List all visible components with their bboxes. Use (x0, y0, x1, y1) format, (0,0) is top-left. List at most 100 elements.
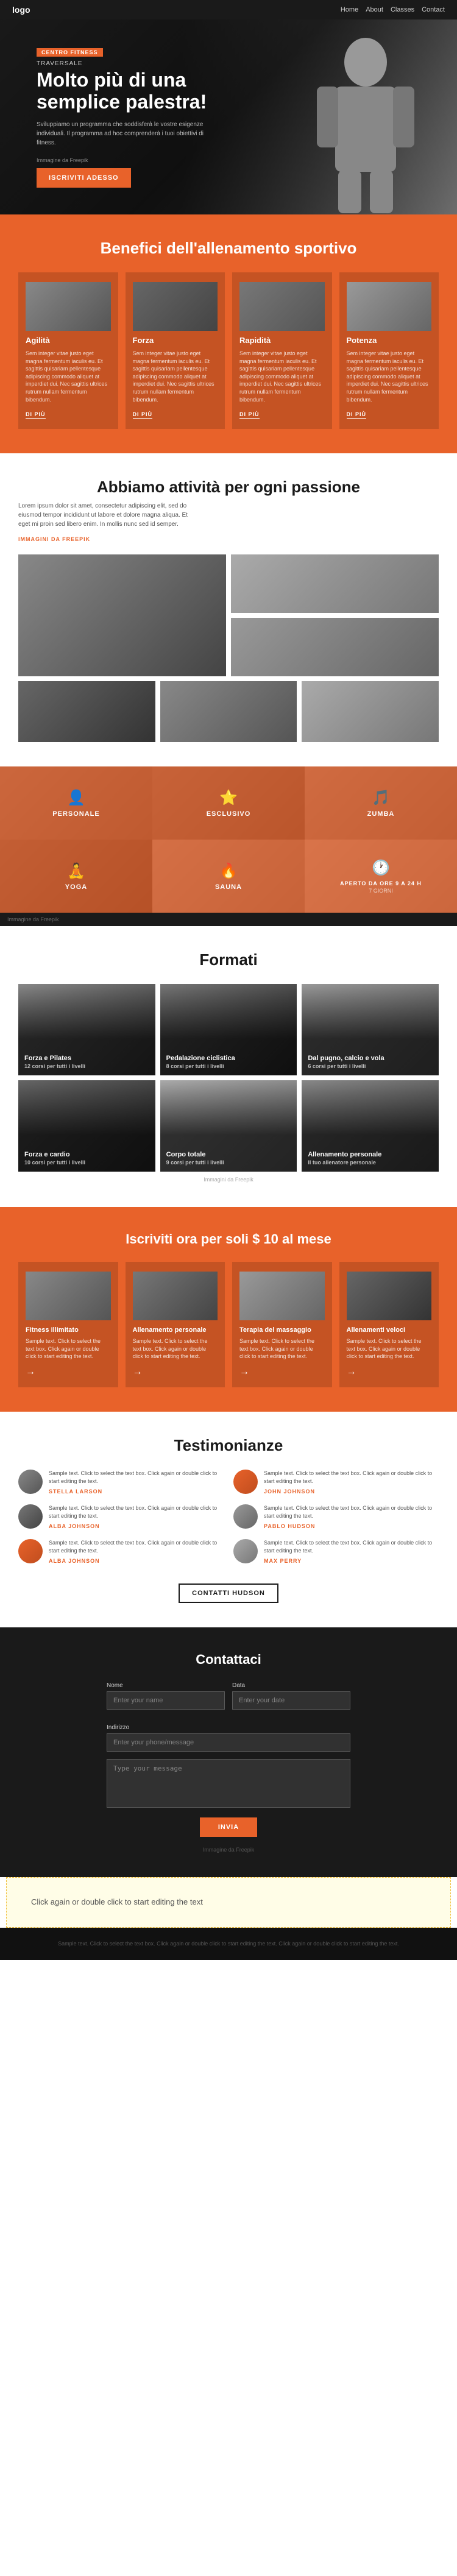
formati-item-4[interactable]: Forza e cardio 10 corsi per tutti i live… (18, 1080, 155, 1172)
activity-orari[interactable]: 🕐 APERTO DA ORE 9 A 24 H 7 GIORNI (305, 840, 457, 913)
nav-home[interactable]: Home (341, 6, 358, 13)
form-textarea-message[interactable] (107, 1759, 350, 1808)
contatti-form: Nome Data Indirizzo INVIA (107, 1682, 350, 1837)
benefit-image-forza (133, 282, 218, 331)
activity-icon-5: 🔥 (219, 862, 238, 880)
iscriviti-arrow-4[interactable]: → (347, 1367, 432, 1378)
iscriviti-card-text-3[interactable]: Sample text. Click to select the text bo… (239, 1337, 325, 1361)
iscriviti-card-text-4[interactable]: Sample text. Click to select the text bo… (347, 1337, 432, 1361)
iscriviti-arrow-2[interactable]: → (133, 1367, 218, 1378)
footer: Sample text. Click to select the text bo… (0, 1928, 457, 1961)
formati-label-4: Forza e cardio 10 corsi per tutti i live… (24, 1151, 85, 1166)
testi-avatar-1 (18, 1470, 43, 1494)
testi-col-right: Sample text. Click to select the text bo… (233, 1470, 439, 1574)
testi-name-1: STELLA LARSON (49, 1488, 224, 1495)
activity-icon-4: 🧘 (67, 862, 85, 880)
activity-content-4: 🧘 YOGA (0, 840, 152, 913)
activity-yoga[interactable]: 🧘 YOGA (0, 840, 152, 913)
activity-icon-1: 👤 (67, 789, 85, 807)
activity-zumba[interactable]: 🎵 ZUMBA (305, 766, 457, 840)
activity-sauna[interactable]: 🔥 SAUNA (152, 840, 305, 913)
iscriviti-title: Iscriviti ora per soli $ 10 al mese (18, 1231, 439, 1247)
hero-person-silhouette (286, 26, 433, 214)
formati-item-1[interactable]: Forza e Pilates 12 corsi per tutti i liv… (18, 984, 155, 1075)
formati-item-3[interactable]: Dal pugno, calcio e vola 6 corsi per tut… (302, 984, 439, 1075)
testi-text-3[interactable]: Sample text. Click to select the text bo… (49, 1504, 224, 1521)
activity-esclusivo[interactable]: ⭐ ESCLUSIVO (152, 766, 305, 840)
benefit-link-potenza[interactable]: DI PIÙ (347, 411, 367, 419)
passione-title: Abbiamo attività per ogni passione (18, 478, 439, 497)
benefit-text-rapidita: Sem integer vitae justo eget magna ferme… (239, 350, 325, 403)
passione-bottom-image-3 (302, 681, 439, 742)
form-row-1: Nome Data (107, 1682, 350, 1717)
testi-avatar-5 (18, 1539, 43, 1563)
iscriviti-arrow-1[interactable]: → (26, 1367, 111, 1378)
benefit-image-rapidita (239, 282, 325, 331)
iscriviti-card-text-2[interactable]: Sample text. Click to select the text bo… (133, 1337, 218, 1361)
form-input-phone[interactable] (107, 1733, 350, 1752)
benefit-title-rapidita: Rapidità (239, 336, 325, 345)
testi-cta-button[interactable]: CONTATTI HUDSON (179, 1583, 278, 1603)
testimonianze-section: Testimonianze Sample text. Click to sele… (0, 1412, 457, 1627)
edit-hint-text[interactable]: Click again or double click to start edi… (31, 1896, 426, 1909)
activity-personale[interactable]: 👤 PERSONALE (0, 766, 152, 840)
testi-text-5[interactable]: Sample text. Click to select the text bo… (49, 1539, 224, 1555)
nav-classes[interactable]: Classes (391, 6, 414, 13)
benefit-link-agilita[interactable]: DI PIÙ (26, 411, 46, 419)
benefit-image-potenza (347, 282, 432, 331)
passione-link[interactable]: Immagini da Freepik (18, 536, 439, 542)
passione-image-grid (18, 554, 439, 676)
testi-item-6: Sample text. Click to select the text bo… (233, 1539, 439, 1564)
iscriviti-section: Iscriviti ora per soli $ 10 al mese Fitn… (0, 1207, 457, 1412)
benefit-link-rapidita[interactable]: DI PIÙ (239, 411, 260, 419)
testi-text-2[interactable]: Sample text. Click to select the text bo… (264, 1470, 439, 1486)
formati-item-6[interactable]: Allenamento personale Il tuo allenatore … (302, 1080, 439, 1172)
form-label-phone: Indirizzo (107, 1724, 350, 1731)
form-group-message (107, 1759, 350, 1808)
hero-section: CENTRO FITNESS TRAVERSALE Molto più di u… (0, 19, 457, 214)
benefit-card-forza: Forza Sem integer vitae justo eget magna… (126, 272, 225, 429)
activity-label-3: ZUMBA (367, 810, 395, 818)
testi-text-6[interactable]: Sample text. Click to select the text bo… (264, 1539, 439, 1555)
activity-label-2: ESCLUSIVO (207, 810, 251, 818)
benefit-link-forza[interactable]: DI PIÙ (133, 411, 153, 419)
passione-bottom-image-2 (160, 681, 297, 742)
hero-cta-button[interactable]: ISCRIVITI ADESSO (37, 168, 131, 188)
activity-content-1: 👤 PERSONALE (0, 766, 152, 840)
testi-item-1: Sample text. Click to select the text bo… (18, 1470, 224, 1495)
testimonianze-title: Testimonianze (18, 1436, 439, 1455)
testi-text-1[interactable]: Sample text. Click to select the text bo… (49, 1470, 224, 1486)
hero-tag: CENTRO FITNESS (37, 48, 103, 57)
benefits-title: Benefici dell'allenamento sportivo (18, 239, 439, 258)
testi-text-4[interactable]: Sample text. Click to select the text bo… (264, 1504, 439, 1521)
form-input-name[interactable] (107, 1691, 225, 1710)
activity-content-6: 🕐 APERTO DA ORE 9 A 24 H 7 GIORNI (305, 840, 457, 913)
formati-item-5[interactable]: Corpo totale 9 corsi per tutti i livelli (160, 1080, 297, 1172)
passione-bottom-image-1 (18, 681, 155, 742)
form-input-date[interactable] (232, 1691, 350, 1710)
iscriviti-arrow-3[interactable]: → (239, 1367, 325, 1378)
nav-contact[interactable]: Contact (422, 6, 445, 13)
iscriviti-card-text-1[interactable]: Sample text. Click to select the text bo… (26, 1337, 111, 1361)
formati-label-2: Pedalazione ciclistica 8 corsi per tutti… (166, 1055, 235, 1069)
hero-description: Sviluppiamo un programma che soddisferà … (37, 120, 207, 147)
formati-item-2[interactable]: Pedalazione ciclistica 8 corsi per tutti… (160, 984, 297, 1075)
testi-name-3: ALBA JOHNSON (49, 1523, 224, 1529)
testi-avatar-3 (18, 1504, 43, 1529)
benefit-title-potenza: Potenza (347, 336, 432, 345)
form-submit-button[interactable]: INVIA (200, 1817, 257, 1837)
passione-bottom-images (18, 681, 439, 742)
passione-side-image-2 (231, 618, 439, 676)
nav-about[interactable]: About (366, 6, 383, 13)
passione-side-image-1 (231, 554, 439, 613)
activity-label-4: YOGA (65, 883, 87, 891)
formati-credit: Immagini da Freepik (18, 1177, 439, 1183)
formati-grid: Forza e Pilates 12 corsi per tutti i liv… (18, 984, 439, 1172)
edit-hint-box[interactable]: Click again or double click to start edi… (6, 1877, 451, 1928)
iscriviti-image-1 (26, 1272, 111, 1320)
formati-section: Formati Forza e Pilates 12 corsi per tut… (0, 926, 457, 1207)
iscriviti-card-4: Allenamenti veloci Sample text. Click to… (339, 1262, 439, 1387)
iscriviti-card-title-3: Terapia del massaggio (239, 1326, 325, 1334)
benefit-title-forza: Forza (133, 336, 218, 345)
formati-title: Formati (18, 950, 439, 969)
